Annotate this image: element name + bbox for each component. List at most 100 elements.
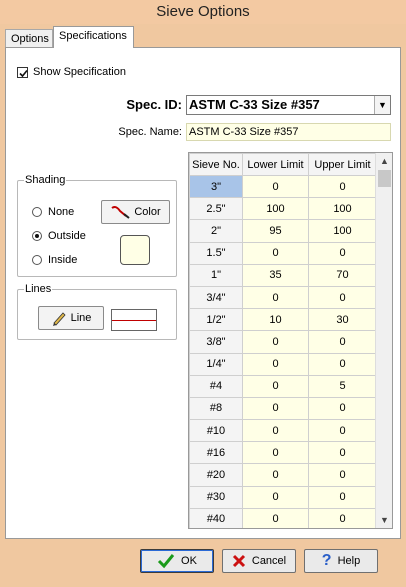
sieve-cell[interactable]: 3/8" (189, 330, 243, 354)
lower-limit-cell[interactable]: 0 (242, 463, 309, 487)
shading-option-inside[interactable]: Inside (32, 254, 77, 266)
sieve-cell[interactable]: #40 (189, 507, 243, 528)
sieve-cell[interactable]: #4 (189, 374, 243, 398)
lower-limit-cell[interactable]: 35 (242, 263, 309, 287)
lower-limit-cell[interactable]: 0 (242, 396, 309, 421)
upper-limit-cell[interactable]: 0 (308, 419, 377, 443)
lower-limit-cell[interactable]: 100 (242, 197, 309, 221)
sieve-cell[interactable]: 2.5" (189, 197, 243, 221)
table-row[interactable]: #30 0 0 (189, 485, 377, 509)
shading-option-outside[interactable]: Outside (32, 230, 86, 242)
scroll-down-icon[interactable]: ▼ (376, 512, 392, 528)
sieve-cell[interactable]: #10 (189, 419, 243, 443)
show-spec-row[interactable]: Show Specification (17, 66, 126, 78)
table-row[interactable]: 1/4" 0 0 (189, 352, 377, 376)
table-row[interactable]: 3/4" 0 0 (189, 285, 377, 310)
table-row[interactable]: #16 0 0 (189, 441, 377, 465)
upper-limit-cell[interactable]: 5 (308, 374, 377, 398)
sieve-cell[interactable]: 1" (189, 263, 243, 287)
table-row[interactable]: 1/2" 10 30 (189, 308, 377, 332)
table-row[interactable]: 3/8" 0 0 (189, 330, 377, 354)
lower-limit-cell[interactable]: 0 (242, 441, 309, 465)
column-header-lower[interactable]: Lower Limit (242, 153, 309, 176)
lower-limit-cell[interactable]: 0 (242, 419, 309, 443)
sieve-cell[interactable]: 1.5" (189, 241, 243, 265)
line-button[interactable]: Line (38, 306, 104, 330)
cancel-button[interactable]: Cancel (222, 549, 296, 573)
table-row[interactable]: #20 0 0 (189, 463, 377, 487)
table-row[interactable]: #4 0 5 (189, 374, 377, 398)
ok-button[interactable]: OK (140, 549, 214, 573)
upper-limit-cell[interactable]: 100 (308, 219, 377, 243)
lower-limit-cell[interactable]: 10 (242, 308, 309, 332)
sieve-cell[interactable]: #20 (189, 463, 243, 487)
upper-limit-cell[interactable]: 0 (308, 485, 377, 509)
upper-limit-cell[interactable]: 0 (308, 396, 377, 421)
radio-outside-label: Outside (48, 230, 86, 242)
scroll-up-icon[interactable]: ▲ (376, 153, 392, 169)
scroll-thumb[interactable] (378, 170, 391, 187)
sieve-cell[interactable]: 1/2" (189, 308, 243, 332)
color-button[interactable]: Color (101, 200, 170, 224)
upper-limit-cell[interactable]: 100 (308, 197, 377, 221)
sieve-cell[interactable]: 2" (189, 219, 243, 243)
upper-limit-cell[interactable]: 0 (308, 330, 377, 354)
table-row[interactable]: 1" 35 70 (189, 263, 377, 287)
table-row[interactable]: #10 0 0 (189, 419, 377, 443)
lower-limit-cell[interactable]: 0 (242, 285, 309, 310)
table-row[interactable]: 1.5" 0 0 (189, 241, 377, 265)
limits-grid[interactable]: Sieve No. Lower Limit Upper Limit 3" 0 0 2.… (188, 152, 393, 529)
table-row[interactable]: #40 0 0 (189, 507, 377, 528)
checkmark-icon (157, 554, 175, 569)
lower-limit-cell[interactable]: 0 (242, 485, 309, 509)
lower-limit-cell[interactable]: 0 (242, 330, 309, 354)
table-row[interactable]: 3" 0 0 (189, 174, 377, 199)
table-row[interactable]: 2" 95 100 (189, 219, 377, 243)
sieve-cell[interactable]: #30 (189, 485, 243, 509)
upper-limit-cell[interactable]: 0 (308, 352, 377, 376)
column-header-sieve[interactable]: Sieve No. (189, 153, 243, 176)
upper-limit-cell[interactable]: 0 (308, 241, 377, 265)
line-preview (111, 309, 157, 331)
sieve-cell[interactable]: 3" (189, 174, 243, 199)
lines-group: Lines Line (17, 283, 177, 340)
lower-limit-cell[interactable]: 0 (242, 352, 309, 376)
window-title: Sieve Options (0, 0, 406, 24)
upper-limit-cell[interactable]: 70 (308, 263, 377, 287)
help-button[interactable]: ? Help (304, 549, 378, 573)
shading-color-swatch[interactable] (120, 235, 150, 265)
lower-limit-cell[interactable]: 0 (242, 374, 309, 398)
upper-limit-cell[interactable]: 0 (308, 463, 377, 487)
sieve-cell[interactable]: #8 (189, 396, 243, 421)
tab-options[interactable]: Options (5, 29, 53, 48)
sieve-cell[interactable]: #16 (189, 441, 243, 465)
lower-limit-cell[interactable]: 0 (242, 241, 309, 265)
show-spec-checkbox[interactable] (17, 66, 28, 78)
sieve-cell[interactable]: 1/4" (189, 352, 243, 376)
lower-limit-cell[interactable]: 95 (242, 219, 309, 243)
lower-limit-cell[interactable]: 0 (242, 174, 309, 199)
sieve-cell[interactable]: 3/4" (189, 285, 243, 310)
upper-limit-cell[interactable]: 0 (308, 441, 377, 465)
radio-inside[interactable] (32, 255, 42, 265)
radio-none[interactable] (32, 207, 42, 217)
column-header-upper[interactable]: Upper Limit (308, 153, 377, 176)
grid-scrollbar[interactable]: ▲ ▼ (375, 153, 392, 528)
spec-id-combo[interactable]: ASTM C-33 Size #357 ▼ (186, 95, 391, 115)
ok-button-label: OK (181, 555, 197, 567)
tab-specifications[interactable]: Specifications (53, 26, 134, 48)
spec-id-label: Spec. ID: (126, 97, 182, 112)
upper-limit-cell[interactable]: 0 (308, 285, 377, 310)
upper-limit-cell[interactable]: 0 (308, 174, 377, 199)
table-row[interactable]: #8 0 0 (189, 396, 377, 421)
chevron-down-icon[interactable]: ▼ (374, 96, 390, 114)
spec-name-field[interactable]: ASTM C-33 Size #357 (186, 123, 391, 141)
shading-group: Shading None Outside Inside Color (17, 174, 177, 277)
radio-outside[interactable] (32, 231, 42, 241)
shading-option-none[interactable]: None (32, 206, 74, 218)
upper-limit-cell[interactable]: 30 (308, 308, 377, 332)
lower-limit-cell[interactable]: 0 (242, 507, 309, 528)
table-row[interactable]: 2.5" 100 100 (189, 197, 377, 221)
upper-limit-cell[interactable]: 0 (308, 507, 377, 528)
radio-inside-label: Inside (48, 254, 78, 266)
